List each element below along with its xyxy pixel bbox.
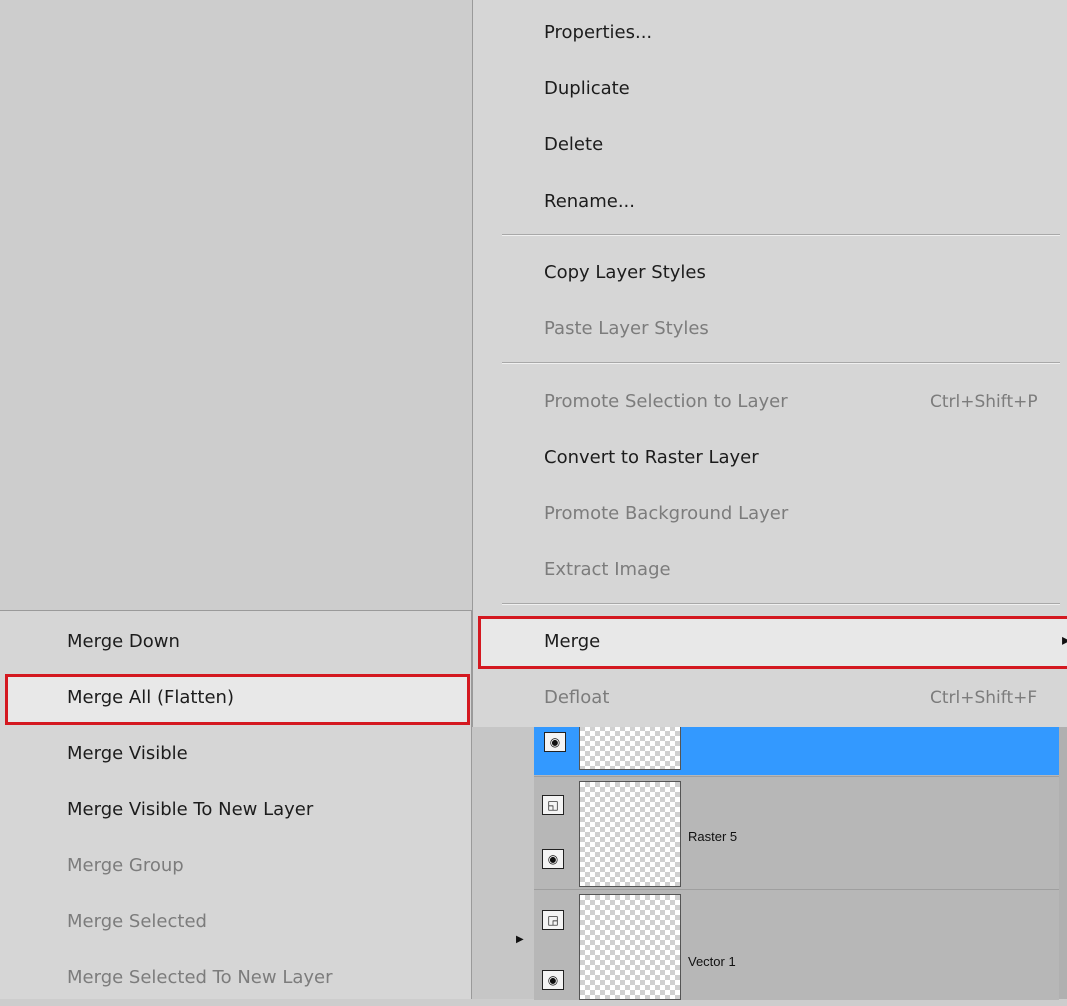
submenu-item-merge-visible[interactable]: Merge Visible (67, 726, 188, 782)
layer-row-vector-1[interactable]: ▶ ◲ Vector 1 ◉ (516, 889, 1059, 1000)
layers-scrollbar[interactable] (1059, 720, 1067, 999)
shortcut-promote-selection: Ctrl+Shift+P (930, 392, 1038, 412)
eye-icon[interactable]: ◉ (542, 849, 564, 869)
eye-icon[interactable]: ◉ (542, 970, 564, 990)
menu-separator (502, 603, 1060, 605)
raster-layer-icon: ◱ (542, 795, 564, 815)
submenu-item-merge-selected: Merge Selected (67, 911, 207, 932)
vector-layer-icon: ◲ (542, 910, 564, 930)
menu-item-properties[interactable]: Properties... (544, 5, 652, 61)
submenu-arrow-icon: ▸ (1062, 630, 1067, 649)
menu-item-delete[interactable]: Delete (544, 117, 603, 173)
menu-item-promote-selection: Promote Selection to Layer (544, 391, 788, 412)
shortcut-defloat: Ctrl+Shift+F (930, 688, 1038, 708)
submenu-item-merge-selected-new: Merge Selected To New Layer (67, 967, 333, 988)
menu-item-copy-layer-styles[interactable]: Copy Layer Styles (544, 245, 706, 301)
submenu-item-merge-group: Merge Group (67, 855, 184, 876)
expand-arrow-icon[interactable]: ▶ (516, 934, 524, 945)
menu-item-convert-to-raster[interactable]: Convert to Raster Layer (544, 430, 759, 486)
submenu-item-merge-down[interactable]: Merge Down (67, 614, 180, 670)
submenu-item-merge-visible-new[interactable]: Merge Visible To New Layer (67, 782, 313, 838)
layer-name: Raster 5 (688, 829, 738, 844)
submenu-item-merge-all[interactable]: Merge All (Flatten) (67, 670, 234, 726)
menu-item-extract-image: Extract Image (544, 559, 671, 580)
menu-item-paste-layer-styles: Paste Layer Styles (544, 318, 709, 339)
layer-row-raster-5[interactable]: ◱ Raster 5 ◉ (534, 776, 1059, 889)
menu-item-promote-background: Promote Background Layer (544, 503, 789, 524)
eye-icon[interactable]: ◉ (544, 732, 566, 752)
menu-item-merge[interactable]: Merge (544, 614, 600, 670)
layer-row-selected[interactable]: ◉ (534, 690, 1059, 775)
layer-thumbnail (579, 894, 681, 1000)
menu-separator (502, 234, 1060, 236)
menu-item-duplicate[interactable]: Duplicate (544, 61, 630, 117)
menu-separator (502, 362, 1060, 364)
menu-item-rename[interactable]: Rename... (544, 174, 635, 230)
layer-name: Vector 1 (688, 954, 736, 969)
background-area (0, 0, 472, 610)
layer-thumbnail (579, 781, 681, 887)
menu-item-defloat: Defloat (544, 687, 610, 708)
